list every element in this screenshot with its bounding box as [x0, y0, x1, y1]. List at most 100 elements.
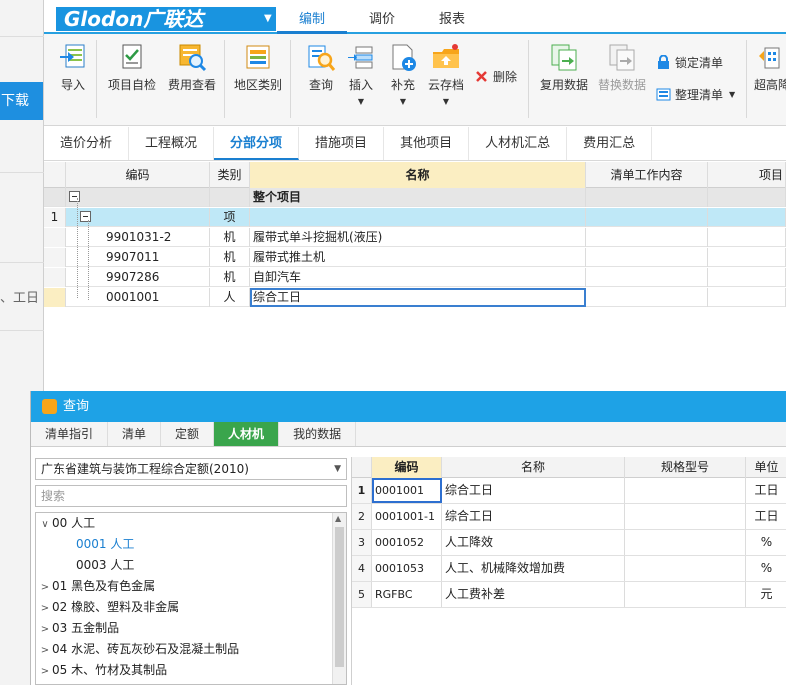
dialog-tabs: 清单指引 清单 定额 人材机 我的数据 [31, 422, 786, 447]
menu-tab-edit[interactable]: 编制 [277, 6, 347, 34]
fee-view-button[interactable]: 费用查看 [168, 42, 216, 93]
quota-library-select[interactable]: 广东省建筑与装饰工程综合定额(2010) ▼ [35, 458, 347, 480]
type-header[interactable]: 类别 [210, 162, 250, 188]
name-header[interactable]: 名称 [250, 162, 586, 188]
scrollbar[interactable]: ▲ [332, 513, 346, 684]
delete-button[interactable]: 删除 [474, 68, 517, 85]
category-tree: ∨ 00 人工 0001 人工 0003 人工 >01 黑色及有色金属 >02 橡… [35, 512, 347, 685]
dialog-title: 查询 [63, 399, 90, 414]
chevron-down-icon[interactable]: ▼ [358, 97, 364, 106]
tab-resources[interactable]: 人材机 [214, 422, 280, 446]
app-logo[interactable]: Glodon广联达 ▼ [56, 7, 276, 31]
tab-other-items[interactable]: 其他项目 [384, 127, 470, 160]
chevron-down-icon: ▼ [334, 464, 341, 474]
collapse-icon[interactable] [69, 191, 80, 202]
reuse-data-button[interactable]: 复用数据 [540, 42, 588, 93]
tab-my-data[interactable]: 我的数据 [279, 422, 357, 446]
name-header[interactable]: 名称 [442, 457, 625, 478]
tab-fee-summary[interactable]: 费用汇总 [567, 127, 653, 160]
menu-tab-report[interactable]: 报表 [417, 6, 487, 34]
table-row[interactable]: 整个项目 [44, 188, 786, 207]
unit-header[interactable]: 单位 [746, 457, 786, 478]
chevron-down-icon[interactable]: ▼ [729, 90, 735, 99]
chevron-down-icon[interactable]: ▼ [264, 7, 272, 31]
table-row[interactable]: 4 0001053 人工、机械降效增加费 % [352, 556, 786, 582]
search-icon [306, 42, 336, 72]
background-partial-text: 、工日 [0, 291, 40, 306]
chevron-right-icon[interactable]: > [38, 598, 52, 619]
table-row[interactable]: 9901031-2 机 履带式单斗挖掘机(液压) [44, 228, 786, 247]
title-bar: Glodon广联达 ▼ 编制 调价 报表 [44, 0, 786, 34]
left-pane: 广东省建筑与装饰工程综合定额(2010) ▼ 搜索 ∨ 00 人工 0001 人工… [31, 451, 349, 685]
tree-item[interactable]: ∨ 00 人工 [38, 513, 95, 534]
self-check-button[interactable]: 项目自检 [108, 42, 156, 93]
cloud-folder-icon [431, 42, 461, 72]
tab-project-overview[interactable]: 工程概况 [129, 127, 215, 160]
chevron-down-icon[interactable]: ▼ [443, 97, 449, 106]
organize-list-button[interactable]: 整理清单 ▼ [656, 86, 735, 103]
whole-project-cell: 整个项目 [250, 188, 586, 207]
menu-tabs: 编制 调价 报表 [277, 6, 487, 34]
tree-item[interactable]: >05 木、竹材及其制品 [38, 660, 167, 681]
tab-sub-items[interactable]: 分部分项 [214, 127, 300, 160]
table-row[interactable]: 3 0001052 人工降效 % [352, 530, 786, 556]
insert-button[interactable]: 插入 ▼ [346, 42, 376, 107]
chevron-right-icon[interactable]: > [38, 619, 52, 640]
dialog-title-bar[interactable]: 查询 [31, 391, 786, 422]
table-header: 编码 名称 规格型号 单位 [352, 457, 786, 478]
spec-header[interactable]: 规格型号 [625, 457, 746, 478]
collapse-icon[interactable] [80, 211, 91, 222]
name-cell-editing[interactable]: 综合工日 [250, 288, 586, 307]
chevron-down-icon[interactable]: ∨ [38, 514, 52, 535]
search-input[interactable]: 搜索 [35, 485, 347, 507]
tree-item[interactable]: >04 水泥、砖瓦灰砂石及混凝土制品 [38, 639, 239, 660]
chevron-right-icon[interactable]: > [38, 640, 52, 661]
logo-text: Glodon广联达 [64, 7, 204, 31]
import-button[interactable]: 导入 [58, 42, 88, 93]
table-row[interactable]: 0001001 人 综合工日 [44, 288, 786, 307]
query-button[interactable]: 查询 [306, 42, 336, 93]
menu-tab-adjust-price[interactable]: 调价 [347, 6, 417, 34]
row-number-header [44, 162, 66, 188]
tab-resource-summary[interactable]: 人材机汇总 [469, 127, 568, 160]
divider [290, 40, 291, 118]
tree-item[interactable]: >03 五金制品 [38, 618, 119, 639]
checklist-icon [117, 42, 147, 72]
table-row[interactable]: 5 RGFBC 人工费补差 元 [352, 582, 786, 608]
cloud-archive-button[interactable]: 云存档 ▼ [428, 42, 464, 107]
table-row[interactable]: 9907286 机 自卸汽车 [44, 268, 786, 287]
insert-icon [346, 42, 376, 72]
main-grid: 编码 类别 名称 清单工作内容 项目 整个项目 1 项 9901031-2 机 [44, 162, 786, 390]
work-content-header[interactable]: 清单工作内容 [586, 162, 708, 188]
divider [224, 40, 225, 118]
download-button[interactable]: 下载 [0, 82, 43, 120]
tree-item[interactable]: 0003 人工 [76, 555, 134, 576]
tab-cost-analysis[interactable]: 造价分析 [44, 127, 130, 160]
table-row[interactable]: 1 0001001 综合工日 工日 [352, 478, 786, 504]
item-header[interactable]: 项目 [708, 162, 786, 188]
table-row[interactable]: 1 项 [44, 208, 786, 227]
table-row[interactable]: 2 0001001-1 综合工日 工日 [352, 504, 786, 530]
replace-data-button[interactable]: 替换数据 [598, 42, 646, 93]
divider [0, 172, 44, 173]
supplement-button[interactable]: 补充 ▼ [388, 42, 418, 107]
tab-quota[interactable]: 定额 [161, 422, 215, 446]
tree-item[interactable]: >02 橡胶、塑料及非金属 [38, 597, 179, 618]
chevron-right-icon[interactable]: > [38, 661, 52, 682]
code-header[interactable]: 编码 [372, 457, 442, 478]
tab-measures[interactable]: 措施项目 [299, 127, 385, 160]
scrollbar-thumb[interactable] [335, 527, 344, 667]
tab-list[interactable]: 清单 [108, 422, 162, 446]
table-row[interactable]: 9907011 机 履带式推土机 [44, 248, 786, 267]
chevron-right-icon[interactable]: > [38, 577, 52, 598]
tab-list-guide[interactable]: 清单指引 [31, 422, 109, 446]
scroll-up-icon[interactable]: ▲ [335, 514, 341, 523]
region-category-button[interactable]: 地区类别 [234, 42, 282, 93]
tree-item[interactable]: 0001 人工 [76, 534, 134, 555]
code-header[interactable]: 编码 [66, 162, 210, 188]
chevron-down-icon[interactable]: ▼ [400, 97, 406, 106]
lock-list-button[interactable]: 锁定清单 [656, 54, 723, 71]
divider [528, 40, 529, 118]
advanced-button[interactable]: 超高降 [754, 42, 786, 93]
tree-item[interactable]: >01 黑色及有色金属 [38, 576, 155, 597]
